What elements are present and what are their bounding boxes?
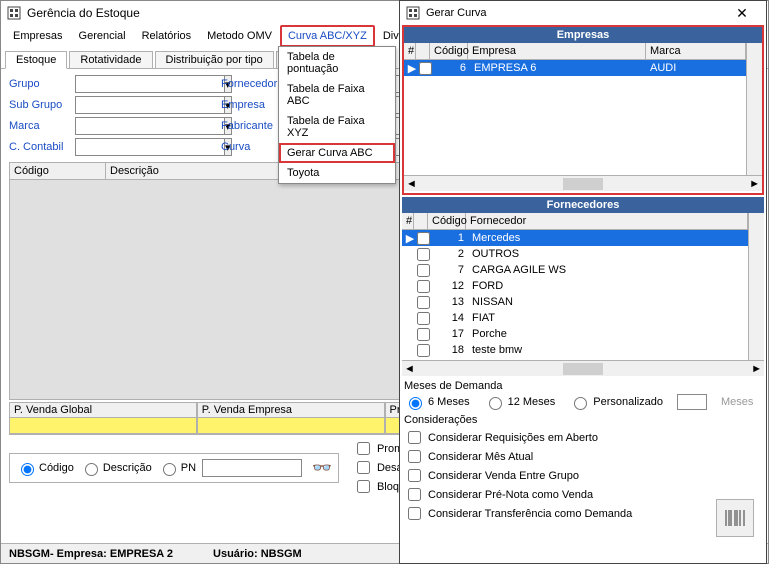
gerar-curva-modal: Gerar Curva ✕ Empresas # Código Empresa … — [399, 0, 767, 564]
execute-button[interactable] — [716, 499, 754, 537]
radio-descricao[interactable]: Descrição — [80, 460, 152, 476]
menu-gerencial[interactable]: Gerencial — [71, 25, 134, 47]
status-usuario: Usuário: NBSGM — [213, 548, 302, 560]
fornecedores-vscroll[interactable] — [748, 213, 764, 360]
menu-empresas[interactable]: Empresas — [5, 25, 71, 47]
consider-item[interactable]: Considerar Venda Entre Grupo — [404, 466, 762, 485]
consider-label: Considerações — [404, 414, 762, 426]
consider-item[interactable]: Considerar Transferência como Demanda — [404, 504, 762, 523]
val-pvendaempresa — [197, 418, 385, 434]
hdr-pvendaglobal: P. Venda Global — [9, 403, 197, 418]
empresa-checkbox[interactable] — [419, 62, 432, 75]
grid-icon — [406, 6, 420, 20]
fornecedor-row[interactable]: 14FIAT — [402, 310, 748, 326]
meses-input[interactable] — [677, 394, 707, 410]
ditem-tabela-pontuacao[interactable]: Tabela de pontuação — [279, 47, 395, 79]
radio-personalizado[interactable]: Personalizado — [569, 394, 663, 410]
fornecedor-checkbox[interactable] — [417, 280, 430, 293]
close-button[interactable]: ✕ — [724, 2, 760, 24]
label-subgrupo: Sub Grupo — [9, 99, 69, 111]
radio-pn[interactable]: PN — [158, 460, 196, 476]
fornecedor-checkbox[interactable] — [417, 328, 430, 341]
fornecedor-checkbox[interactable] — [417, 248, 430, 261]
menu-curva-abc-xyz[interactable]: Curva ABC/XYZ — [280, 25, 375, 47]
radio-12meses[interactable]: 12 Meses — [484, 394, 556, 410]
glasses-icon[interactable]: 👓 — [312, 458, 332, 478]
fornecedor-checkbox[interactable] — [417, 296, 430, 309]
label-marca: Marca — [9, 120, 69, 132]
fornecedor-checkbox[interactable] — [417, 312, 430, 325]
ditem-toyota[interactable]: Toyota — [279, 163, 395, 183]
consider-checkbox[interactable] — [408, 469, 421, 482]
menu-relatorios[interactable]: Relatórios — [134, 25, 200, 47]
app-icon — [7, 6, 21, 20]
fornecedores-section: Fornecedores # Código Fornecedor ▶1Merce… — [400, 197, 766, 376]
empresas-cols: # Código Empresa Marca — [404, 43, 746, 60]
hdr-pvendaempresa: P. Venda Empresa — [197, 403, 385, 418]
fornecedor-checkbox[interactable] — [417, 264, 430, 277]
combo-ccontabil[interactable]: ▾ — [75, 138, 215, 156]
row-pointer-icon: ▶ — [406, 62, 418, 75]
val-pvendaglobal — [9, 418, 197, 434]
combo-subgrupo[interactable]: ▾ — [75, 96, 215, 114]
fornecedor-row[interactable]: 17Porche — [402, 326, 748, 342]
fornecedor-row[interactable]: 12FORD — [402, 278, 748, 294]
empresas-header: Empresas — [404, 27, 762, 43]
empresas-vscroll[interactable] — [746, 43, 762, 175]
fornecedores-grid[interactable]: ▶1Mercedes2OUTROS7CARGA AGILE WS12FORD13… — [402, 230, 748, 360]
modal-title: Gerar Curva — [426, 7, 487, 19]
fornecedor-row[interactable]: ▶1Mercedes — [402, 230, 748, 246]
menu-metodo-omv[interactable]: Metodo OMV — [199, 25, 280, 47]
meses-label: Meses de Demanda — [404, 380, 762, 392]
fornecedor-row[interactable]: 13NISSAN — [402, 294, 748, 310]
label-grupo: Grupo — [9, 78, 69, 90]
tab-estoque[interactable]: Estoque — [5, 51, 67, 69]
consider-checkbox[interactable] — [408, 507, 421, 520]
fornecedores-hscroll[interactable]: ◄► — [402, 360, 764, 376]
meses-demanda: Meses de Demanda 6 Meses 12 Meses Person… — [404, 380, 762, 410]
fornecedor-row[interactable]: 7CARGA AGILE WS — [402, 262, 748, 278]
status-empresa: NBSGM- Empresa: EMPRESA 2 — [9, 548, 173, 560]
consider-item[interactable]: Considerar Pré-Nota como Venda — [404, 485, 762, 504]
tab-distribuicao-tipo[interactable]: Distribuição por tipo — [155, 51, 274, 68]
ditem-gerar-curva-abc[interactable]: Gerar Curva ABC — [279, 143, 395, 163]
radio-codigo[interactable]: Código — [16, 460, 74, 476]
row-pointer-icon: ▶ — [404, 232, 416, 245]
consideracoes: Considerações Considerar Requisições em … — [404, 414, 762, 523]
combo-marca[interactable]: ▾ — [75, 117, 215, 135]
fornecedor-checkbox[interactable] — [417, 232, 430, 245]
curva-dropdown: Tabela de pontuação Tabela de Faixa ABC … — [278, 46, 396, 184]
ditem-tabela-faixa-xyz[interactable]: Tabela de Faixa XYZ — [279, 111, 395, 143]
fornecedor-row[interactable]: 2OUTROS — [402, 246, 748, 262]
consider-item[interactable]: Considerar Requisições em Aberto — [404, 428, 762, 447]
empresa-row[interactable]: ▶ 6 EMPRESA 6 AUDI — [404, 60, 746, 76]
modal-titlebar: Gerar Curva ✕ — [400, 1, 766, 25]
radio-6meses[interactable]: 6 Meses — [404, 394, 470, 410]
tab-rotatividade[interactable]: Rotatividade — [69, 51, 152, 68]
empresas-hscroll[interactable]: ◄► — [404, 175, 762, 191]
consider-checkbox[interactable] — [408, 488, 421, 501]
search-input[interactable] — [202, 459, 302, 477]
consider-checkbox[interactable] — [408, 431, 421, 444]
meses-unit: Meses — [721, 396, 753, 408]
ditem-tabela-faixa-abc[interactable]: Tabela de Faixa ABC — [279, 79, 395, 111]
fornecedores-header: Fornecedores — [402, 197, 764, 213]
fornecedor-row[interactable]: 18teste bmw — [402, 342, 748, 358]
search-panel: Código Descrição PN 👓 — [9, 453, 339, 483]
empresas-grid[interactable]: ▶ 6 EMPRESA 6 AUDI — [404, 60, 746, 175]
empresas-section: Empresas # Código Empresa Marca ▶ 6 EMPR… — [402, 25, 764, 195]
consider-checkbox[interactable] — [408, 450, 421, 463]
fornecedor-checkbox[interactable] — [417, 344, 430, 357]
label-ccontabil: C. Contabil — [9, 141, 69, 153]
col-codigo[interactable]: Código — [10, 163, 106, 179]
consider-item[interactable]: Considerar Mês Atual — [404, 447, 762, 466]
window-title: Gerência do Estoque — [27, 6, 140, 20]
fornecedores-cols: # Código Fornecedor — [402, 213, 748, 230]
combo-grupo[interactable]: ▾ — [75, 75, 215, 93]
